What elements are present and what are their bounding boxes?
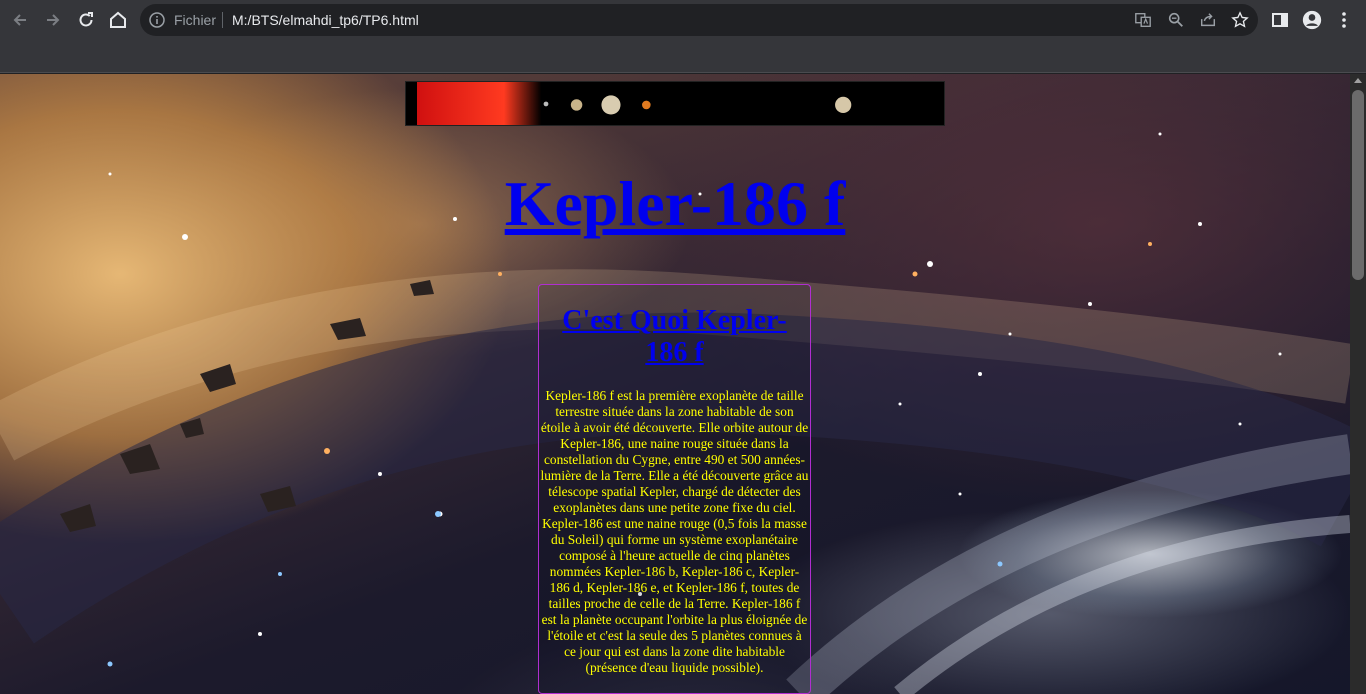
section-paragraph: Kepler-186 f est la première exoplanète …	[540, 388, 809, 675]
back-icon	[13, 14, 26, 26]
home-icon	[110, 11, 126, 28]
menu-button[interactable]	[1328, 4, 1360, 36]
address-bar[interactable]: Fichier M:/BTS/elmahdi_tp6/TP6.html	[140, 4, 1258, 36]
address-url[interactable]: M:/BTS/elmahdi_tp6/TP6.html	[232, 12, 419, 28]
browser-toolbar: Fichier M:/BTS/elmahdi_tp6/TP6.html	[0, 0, 1366, 40]
section-title-link[interactable]: C'est Quoi Kepler-186 f	[539, 305, 810, 369]
info-icon[interactable]	[148, 11, 166, 29]
scrollbar-thumb[interactable]	[1352, 90, 1364, 280]
translate-button[interactable]	[1133, 10, 1153, 30]
page-viewport: Kepler-186 f C'est Quoi Kepler-186 f Kep…	[0, 74, 1350, 694]
translate-icon	[1135, 13, 1151, 27]
zoom-icon	[1168, 12, 1183, 27]
sun-image	[417, 82, 542, 125]
planet-earth	[601, 95, 621, 115]
page-scrollbar[interactable]	[1350, 74, 1366, 694]
address-scheme: Fichier	[174, 12, 217, 28]
bookmark-star-icon	[1231, 11, 1249, 28]
share-icon	[1200, 13, 1216, 27]
share-button[interactable]	[1198, 10, 1218, 30]
info-box: C'est Quoi Kepler-186 f Kepler-186 f est…	[538, 284, 811, 694]
zoom-button[interactable]	[1166, 10, 1186, 30]
planet-venus	[570, 99, 583, 111]
address-divider	[222, 12, 223, 28]
side-panel-icon	[1272, 13, 1288, 27]
scroll-up-arrow-icon[interactable]	[1354, 78, 1362, 83]
planet-saturn	[835, 96, 852, 114]
profile-icon	[1302, 10, 1322, 30]
reload-button[interactable]	[70, 4, 102, 36]
reload-icon	[79, 12, 93, 27]
home-button[interactable]	[102, 4, 134, 36]
forward-button[interactable]	[37, 4, 69, 36]
back-button[interactable]	[4, 4, 36, 36]
profile-button[interactable]	[1296, 4, 1328, 36]
side-panel-button[interactable]	[1264, 4, 1296, 36]
planet-mercury	[543, 101, 549, 107]
forward-icon	[47, 14, 60, 26]
solar-system-banner	[405, 81, 945, 126]
page-title-link[interactable]: Kepler-186 f	[0, 166, 1350, 242]
planet-mars	[642, 100, 651, 110]
bookmarks-bar	[0, 40, 1366, 73]
bookmark-button[interactable]	[1230, 10, 1250, 30]
menu-icon	[1342, 12, 1346, 28]
